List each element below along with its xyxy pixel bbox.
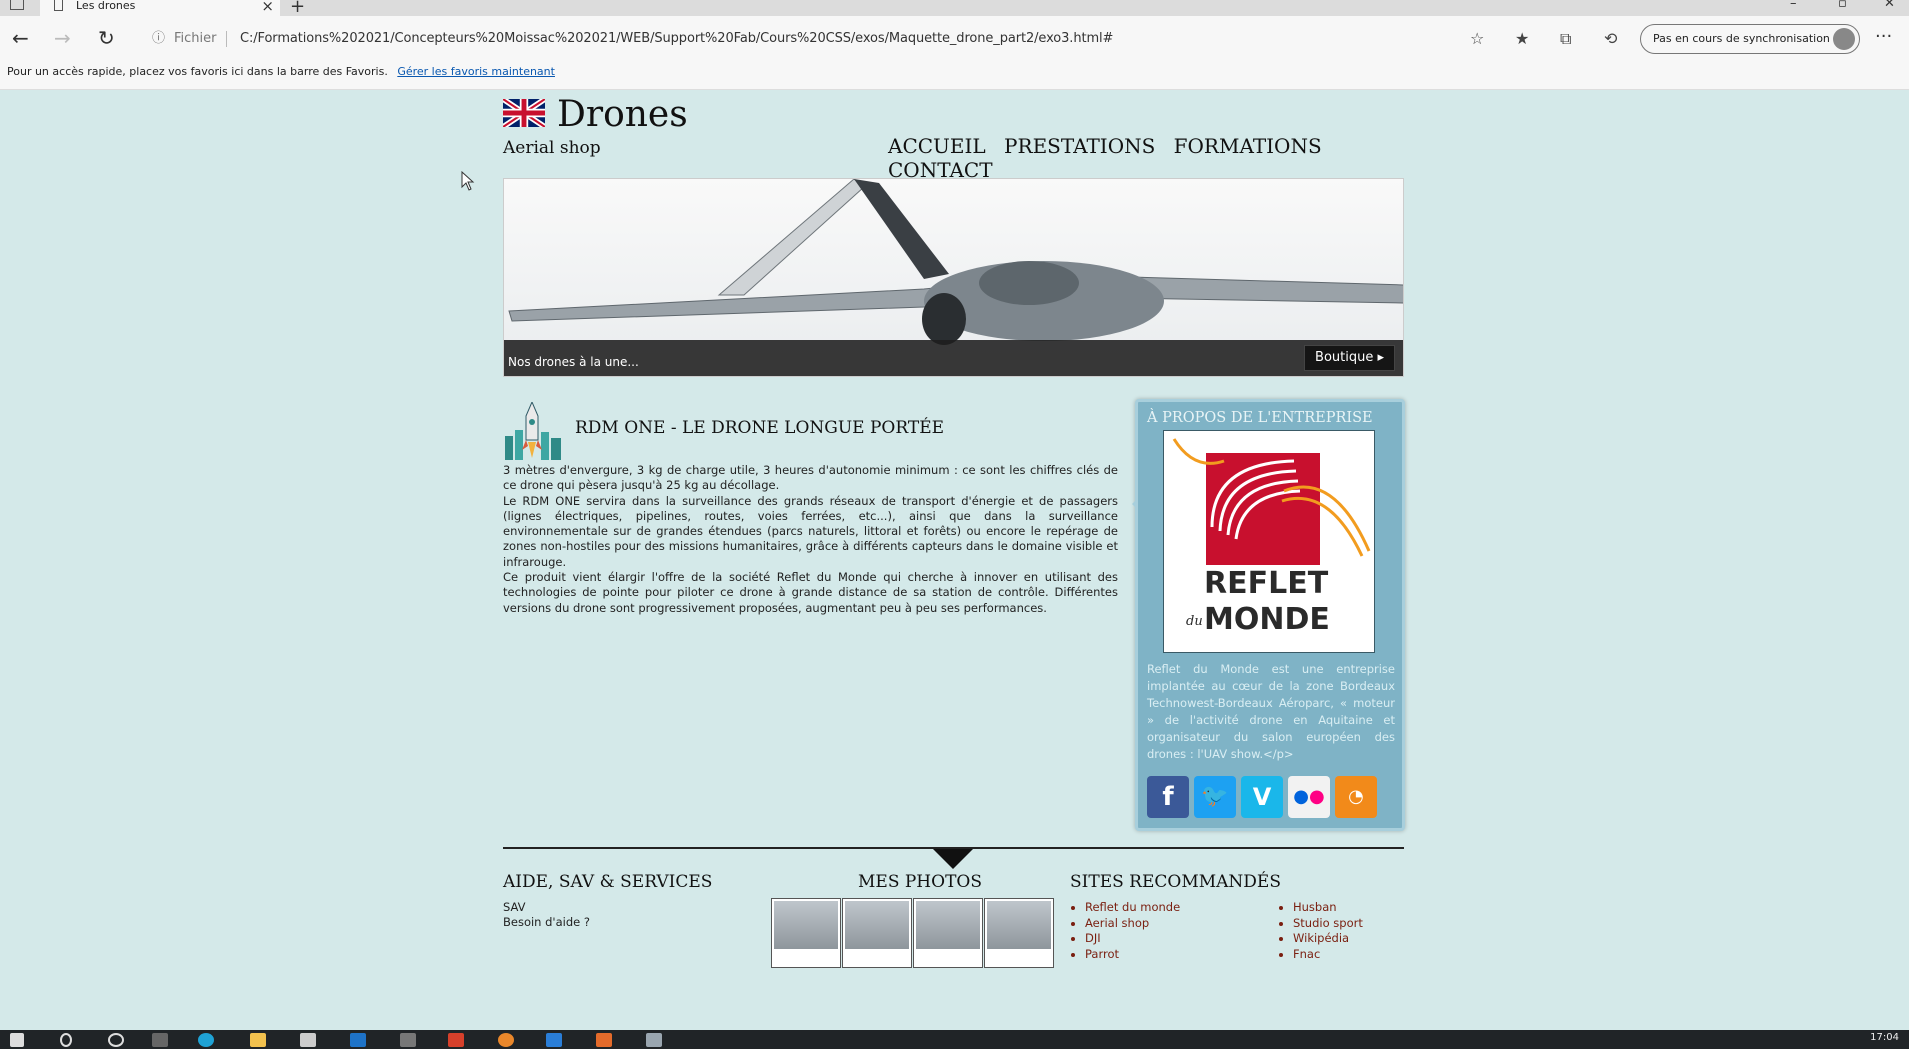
- twitter-icon[interactable]: 🐦: [1194, 776, 1236, 818]
- dell-icon[interactable]: [400, 1033, 416, 1047]
- tab-title: Les drones: [76, 0, 136, 12]
- about-panel: À PROPOS DE L'ENTREPRISE REFLET du MONDE…: [1132, 399, 1405, 831]
- photo-thumbnail[interactable]: [913, 898, 983, 968]
- back-icon[interactable]: ←: [12, 26, 29, 50]
- sites-title: SITES RECOMMANDÉS: [1070, 872, 1281, 892]
- profile-avatar: [1833, 28, 1855, 50]
- tab-les-drones[interactable]: Les drones ×: [40, 0, 280, 16]
- flickr-icon[interactable]: ●●: [1288, 776, 1330, 818]
- file-explorer-icon[interactable]: [250, 1033, 266, 1047]
- nav-prestations[interactable]: PRESTATIONS: [1004, 134, 1155, 158]
- app-icon[interactable]: [646, 1033, 662, 1047]
- logo-word-du: du: [1186, 614, 1203, 629]
- printer-icon[interactable]: [300, 1033, 316, 1047]
- minimize-icon[interactable]: –: [1790, 0, 1797, 11]
- city-rocket-icon: [503, 400, 565, 462]
- info-icon[interactable]: ⓘ: [152, 24, 165, 54]
- refresh-icon[interactable]: ↻: [98, 26, 115, 50]
- tab-actions-icon[interactable]: [10, 0, 24, 10]
- footer-arrow-icon: [933, 849, 973, 869]
- photo-thumbnail[interactable]: [984, 898, 1054, 968]
- site-subtitle: Aerial shop: [503, 138, 601, 158]
- clock: 17:04: [1870, 1032, 1899, 1043]
- logo-word-monde: MONDE: [1204, 602, 1330, 637]
- new-tab-icon[interactable]: +: [290, 0, 305, 17]
- sync-button[interactable]: Pas en cours de synchronisation: [1640, 24, 1860, 54]
- manage-favorites-link[interactable]: Gérer les favoris maintenant: [397, 65, 555, 78]
- reflet-du-monde-logo: REFLET du MONDE: [1163, 430, 1375, 653]
- start-icon[interactable]: [10, 1033, 24, 1047]
- edge-icon[interactable]: [198, 1033, 214, 1047]
- taskbar: 17:04: [0, 1030, 1909, 1049]
- forward-icon[interactable]: →: [54, 26, 71, 50]
- sav-link[interactable]: SAV: [503, 900, 526, 914]
- browser-toolbar: ← → ↻ ⓘ Fichier C:/Formations%202021/Con…: [0, 16, 1909, 62]
- cortana-icon[interactable]: [108, 1033, 124, 1047]
- maximize-icon[interactable]: ▫: [1838, 0, 1847, 11]
- rss-icon[interactable]: ◔: [1335, 776, 1377, 818]
- search-icon[interactable]: [60, 1033, 72, 1047]
- site-link[interactable]: Studio sport: [1293, 916, 1363, 932]
- history-icon[interactable]: ⟲: [1604, 30, 1617, 48]
- hero-caption-bar: [504, 340, 1403, 376]
- vimeo-icon[interactable]: V: [1241, 776, 1283, 818]
- mail-icon[interactable]: [350, 1033, 366, 1047]
- favorites-hint: Pour un accès rapide, placez vos favoris…: [7, 65, 388, 78]
- about-title: À PROPOS DE L'ENTREPRISE: [1147, 410, 1373, 426]
- address-separator: [226, 31, 227, 47]
- photos-title: MES PHOTOS: [858, 872, 982, 892]
- photo-thumbnail[interactable]: [771, 898, 841, 968]
- logo-word-reflet: REFLET: [1204, 566, 1329, 601]
- site-link[interactable]: Fnac: [1293, 947, 1363, 963]
- firefox-icon[interactable]: [498, 1033, 514, 1047]
- about-text: Reflet du Monde est une entreprise impla…: [1147, 662, 1395, 761]
- address-prefix: Fichier: [174, 31, 217, 46]
- article-paragraph: Ce produit vient élargir l'offre de la s…: [503, 570, 1118, 615]
- sync-label: Pas en cours de synchronisation: [1653, 32, 1830, 45]
- main-nav: ACCUEIL PRESTATIONS FORMATIONS CONTACT: [888, 134, 1403, 182]
- url-text[interactable]: C:/Formations%202021/Concepteurs%20Moiss…: [240, 24, 1113, 54]
- site-link[interactable]: DJI: [1085, 931, 1180, 947]
- help-link[interactable]: Besoin d'aide ?: [503, 915, 590, 929]
- article-title: RDM ONE - LE DRONE LONGUE PORTÉE: [575, 418, 945, 438]
- tab-strip: Les drones × + – ▫ ✕: [0, 0, 1909, 17]
- collections-icon[interactable]: ⧉: [1560, 30, 1571, 48]
- favorites-icon[interactable]: ★: [1515, 30, 1529, 48]
- brave-icon[interactable]: [448, 1033, 464, 1047]
- site-link[interactable]: Husban: [1293, 900, 1363, 916]
- vscode-icon[interactable]: [546, 1033, 562, 1047]
- site-title: Drones: [557, 94, 688, 135]
- favorites-bar: Pour un accès rapide, placez vos favoris…: [0, 62, 1909, 90]
- hero-banner: Nos drones à la une... Boutique ▸: [503, 178, 1404, 377]
- site-link[interactable]: Reflet du monde: [1085, 900, 1180, 916]
- site-link[interactable]: Wikipédia: [1293, 931, 1363, 947]
- close-tab-icon[interactable]: ×: [261, 0, 274, 15]
- site-link[interactable]: Aerial shop: [1085, 916, 1180, 932]
- task-view-icon[interactable]: [152, 1033, 168, 1047]
- sites-list-2: Husban Studio sport Wikipédia Fnac: [1279, 900, 1363, 962]
- uk-flag-icon: [503, 99, 545, 127]
- help-title: AIDE, SAV & SERVICES: [503, 872, 713, 892]
- shop-button[interactable]: Boutique ▸: [1304, 345, 1395, 371]
- nav-formations[interactable]: FORMATIONS: [1174, 134, 1322, 158]
- page-icon: [54, 0, 63, 11]
- add-favorite-icon[interactable]: ☆: [1470, 30, 1484, 48]
- article-paragraph: 3 mètres d'envergure, 3 kg de charge uti…: [503, 463, 1118, 493]
- close-window-icon[interactable]: ✕: [1884, 0, 1895, 11]
- hero-caption: Nos drones à la une...: [508, 355, 639, 369]
- address-bar[interactable]: ⓘ Fichier C:/Formations%202021/Concepteu…: [146, 24, 1476, 54]
- article-paragraph: Le RDM ONE servira dans la surveillance …: [503, 493, 1118, 569]
- page-content: Drones Aerial shop ACCUEIL PRESTATIONS F…: [503, 90, 1405, 1030]
- site-link[interactable]: Parrot: [1085, 947, 1180, 963]
- sites-list-1: Reflet du monde Aerial shop DJI Parrot: [1071, 900, 1180, 962]
- app-icon[interactable]: [596, 1033, 612, 1047]
- article-body: 3 mètres d'envergure, 3 kg de charge uti…: [503, 463, 1118, 616]
- more-icon[interactable]: ···: [1875, 26, 1892, 47]
- nav-accueil[interactable]: ACCUEIL: [888, 134, 986, 158]
- photo-thumbnail[interactable]: [842, 898, 912, 968]
- facebook-icon[interactable]: f: [1147, 776, 1189, 818]
- mouse-cursor-icon: [461, 171, 475, 191]
